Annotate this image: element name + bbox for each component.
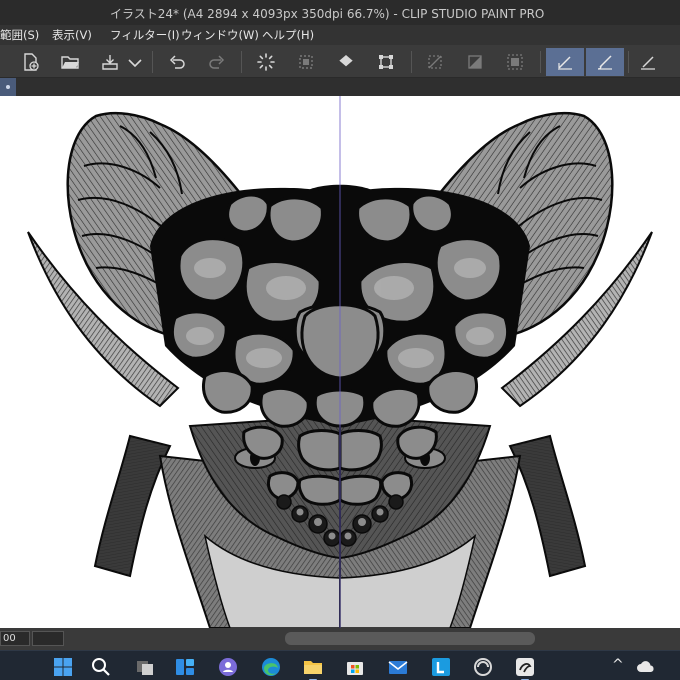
unsaved-dot-icon: [6, 85, 10, 89]
task-view-button[interactable]: [132, 654, 158, 680]
open-folder-icon: [61, 56, 79, 69]
clip-studio-paint-icon: [516, 658, 534, 676]
start-button[interactable]: [50, 654, 76, 680]
ruler-pen-icon: [641, 56, 655, 70]
drawing-canvas[interactable]: [0, 96, 680, 628]
horizontal-scrollbar[interactable]: [285, 632, 535, 645]
dragon-head-artwork: [26, 96, 654, 628]
undo-icon: [169, 55, 185, 69]
lightroom-button[interactable]: [428, 654, 454, 680]
lightroom-icon: [432, 658, 450, 676]
brush-tool-button[interactable]: [586, 48, 624, 76]
windows-start-icon: [54, 658, 72, 676]
busy-indicator: [252, 48, 280, 76]
toolbar-divider: [241, 51, 242, 73]
redo-icon: [209, 55, 225, 69]
window-title: イラスト24* (A4 2894 x 4093px 350dpi 66.7%) …: [110, 7, 545, 21]
toolbar-divider: [540, 51, 541, 73]
taskbar-search-button[interactable]: [88, 654, 114, 680]
file-explorer-button[interactable]: [300, 654, 326, 680]
search-icon: [92, 658, 110, 676]
clip-studio-paint-window: イラスト24* (A4 2894 x 4093px 350dpi 66.7%) …: [0, 0, 680, 680]
pen-stabilizer-icon: [558, 56, 572, 70]
selection-border-button[interactable]: [501, 48, 529, 76]
mail-button[interactable]: [385, 654, 411, 680]
transform-icon: [379, 55, 393, 69]
command-bar: [0, 45, 680, 78]
fill-bucket-icon: [338, 55, 354, 68]
widgets-button[interactable]: [172, 654, 198, 680]
menu-window[interactable]: ウィンドウ(W): [181, 27, 259, 43]
widgets-icon: [176, 659, 194, 675]
tray-overflow-icon[interactable]: ^: [612, 657, 624, 673]
file-explorer-icon: [304, 661, 322, 674]
brush-tool-icon: [597, 55, 612, 70]
new-canvas-button[interactable]: [16, 48, 44, 76]
menu-view[interactable]: 表示(V): [52, 27, 92, 43]
windows-taskbar: ^: [0, 650, 680, 680]
menu-selection[interactable]: 範囲(S): [0, 27, 39, 43]
redo-button[interactable]: [203, 48, 231, 76]
transform-selection-icon: [299, 55, 313, 69]
navigator-thumbnail[interactable]: [32, 631, 64, 646]
invert-selection-icon: [468, 55, 482, 69]
clip-studio-launcher-button[interactable]: [470, 654, 496, 680]
toolbar-divider: [152, 51, 153, 73]
save-icon: [102, 55, 118, 70]
title-bar: イラスト24* (A4 2894 x 4093px 350dpi 66.7%) …: [0, 0, 680, 25]
toolbar-divider: [628, 51, 629, 73]
undo-button[interactable]: [163, 48, 191, 76]
dropdown-chevron-icon: [128, 59, 142, 68]
pen-stabilizer-button[interactable]: [546, 48, 584, 76]
weather-button[interactable]: [633, 654, 659, 680]
transform-button[interactable]: [372, 48, 400, 76]
weather-cloud-icon: [637, 661, 654, 672]
status-bar: 00: [0, 628, 680, 650]
zoom-field[interactable]: 00: [0, 631, 30, 646]
mail-icon: [388, 661, 408, 674]
invert-selection-button[interactable]: [461, 48, 489, 76]
clip-studio-launcher-icon: [474, 658, 492, 676]
menu-bar: 範囲(S) 表示(V) フィルター(I) ウィンドウ(W) ヘルプ(H): [0, 25, 680, 45]
transform-selection-button[interactable]: [292, 48, 320, 76]
clear-selection-icon: [428, 55, 442, 69]
clip-studio-paint-button[interactable]: [512, 654, 538, 680]
microsoft-store-icon: [347, 662, 363, 675]
fill-button[interactable]: [332, 48, 360, 76]
teams-chat-icon: [219, 658, 237, 676]
toolbar-divider: [411, 51, 412, 73]
menu-filter[interactable]: フィルター(I): [110, 27, 180, 43]
save-options-dropdown[interactable]: [125, 48, 145, 76]
loading-spinner-icon: [257, 53, 275, 71]
clear-selection-button[interactable]: [421, 48, 449, 76]
task-view-icon: [137, 661, 153, 675]
edge-browser-icon: [262, 658, 280, 676]
save-button[interactable]: [96, 48, 124, 76]
new-canvas-icon: [24, 53, 39, 71]
ruler-pen-button[interactable]: [634, 48, 662, 76]
selection-border-icon: [507, 54, 523, 70]
edge-button[interactable]: [258, 654, 284, 680]
store-button[interactable]: [342, 654, 368, 680]
menu-help[interactable]: ヘルプ(H): [262, 27, 314, 43]
open-button[interactable]: [56, 48, 84, 76]
canvas-tab[interactable]: [0, 78, 16, 96]
canvas-tab-strip: [0, 78, 680, 96]
teams-chat-button[interactable]: [215, 654, 241, 680]
